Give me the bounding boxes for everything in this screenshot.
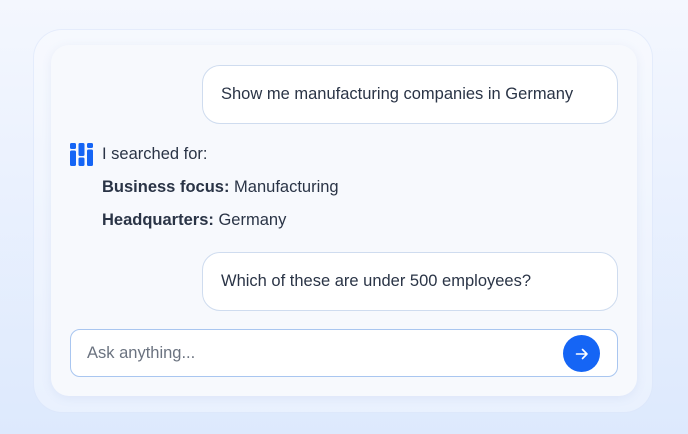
criteria-value: Germany	[218, 211, 287, 229]
send-button[interactable]	[563, 335, 600, 372]
composer	[70, 329, 618, 377]
search-criteria-headquarters: Headquarters: Germany	[102, 211, 286, 230]
arrow-right-icon	[575, 348, 588, 359]
criteria-label: Business focus:	[102, 178, 230, 196]
user-message-text: Which of these are under 500 employees?	[221, 272, 532, 290]
chat-input[interactable]	[87, 330, 557, 376]
criteria-label: Headquarters:	[102, 211, 214, 229]
user-message: Which of these are under 500 employees?	[202, 252, 618, 311]
assistant-message-intro: I searched for:	[102, 145, 208, 163]
criteria-value: Manufacturing	[234, 178, 339, 196]
search-criteria-business-focus: Business focus: Manufacturing	[102, 178, 339, 197]
assistant-logo-icon	[70, 143, 93, 166]
user-message: Show me manufacturing companies in Germa…	[202, 65, 618, 124]
user-message-text: Show me manufacturing companies in Germa…	[221, 85, 574, 103]
